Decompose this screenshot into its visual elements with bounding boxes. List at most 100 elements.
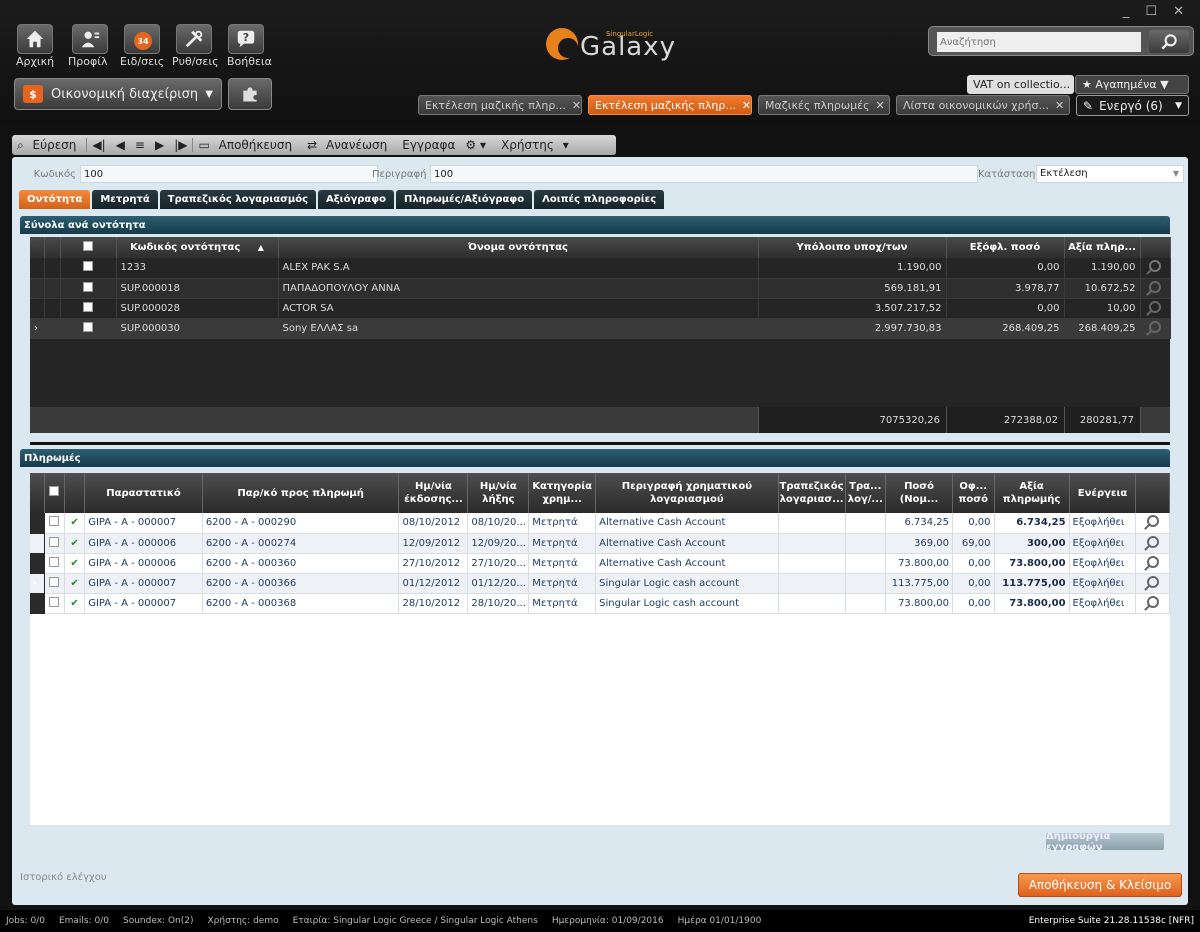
home-button[interactable] [17,24,53,54]
row-search-button[interactable] [1140,298,1171,319]
next-record-button[interactable]: ▶ [150,138,169,152]
ref-column-header[interactable]: Παρ/κό προς πληρωμή [202,473,400,513]
plugins-button[interactable] [228,78,272,110]
value-column-header[interactable]: Αξία πληρ... [1064,237,1141,258]
issue-date-column-header[interactable]: Ημ/νία έκδοσης... [398,473,469,513]
search-button[interactable] [1149,30,1189,53]
payment-action[interactable]: Εξοφλήθει [1069,533,1137,554]
close-icon[interactable]: ✕ [870,99,885,112]
select-all-checkbox[interactable] [44,473,65,513]
user-menu-button[interactable]: Χρήστης ▾ [491,138,574,152]
close-icon[interactable]: ✕ [566,99,581,112]
active-windows-menu[interactable]: ✎ Ενεργό (6) ▼ [1076,95,1189,116]
tab-payments-securities[interactable]: Πληρωμές/Αξιόγραφο [395,190,533,209]
table-row[interactable]: 1233 ALEX PAK S.A 1.190,00 0,00 1.190,00 [30,258,1171,279]
checkbox[interactable] [49,556,60,567]
table-row[interactable]: SUP.000018 ΠΑΠΑΔΟΠΟΥΛΟΥ ΑΝΝΑ 569.181,91 … [30,278,1171,299]
favorites-menu[interactable]: ★ Αγαπημένα ▼ [1075,75,1189,94]
row-search-button[interactable] [1135,553,1170,574]
payment-action[interactable]: Εξοφλήθει [1069,513,1137,534]
status-select[interactable]: Εκτέλεση ▼ [1036,165,1184,183]
save-and-close-button[interactable]: Αποθήκευση & Κλείσιμο [1018,873,1182,897]
settled-column-header[interactable]: Εξόφλ. ποσό [946,237,1065,258]
doc-tab-3[interactable]: Μαζικές πληρωμές ✕ [758,95,890,115]
doc-tab-1[interactable]: Εκτέλεση μαζικής πληρ... ✕ [418,95,582,115]
offset-column-header[interactable]: Οφ... ποσό [952,473,995,513]
tab-cash[interactable]: Μετρητά [92,190,158,209]
payment-action[interactable]: Εξοφλήθει [1069,573,1137,594]
first-record-button[interactable]: ◀| [87,138,110,152]
module-selector[interactable]: $ Οικονομική διαχείριση ▼ [14,78,222,110]
row-search-button[interactable] [1135,573,1170,594]
amount-column-header[interactable]: Ποσό (Νομ... [885,473,953,513]
doc-tab-label: Μαζικές πληρωμές [765,98,870,112]
tab-bank-account[interactable]: Τραπεζικός λογαριασμός [159,190,317,209]
checkbox[interactable] [49,596,60,607]
tab-securities[interactable]: Αξιόγραφο [318,190,394,209]
table-row[interactable]: ✔ GIPA - A - 000007 6200 - A - 000290 08… [30,513,1170,534]
last-record-button[interactable]: |▶ [169,138,192,152]
name-column-header[interactable]: Όνομα οντότητας [278,237,759,258]
audit-history-link[interactable]: Ιστορικό ελέγχου [20,872,107,883]
code-input[interactable] [80,165,378,183]
table-row[interactable]: ✔ GIPA - A - 000006 6200 - A - 000274 12… [30,533,1170,554]
row-search-button[interactable] [1135,513,1170,534]
account-column-header[interactable]: Περιγραφή χρηματικού λογαριασμού [595,473,779,513]
select-all-checkbox[interactable] [60,237,117,258]
close-icon[interactable]: ✕ [1049,99,1064,112]
action-column-header[interactable]: Ενέργεια [1069,473,1137,513]
list-button[interactable]: ≡ [130,138,150,152]
table-row[interactable]: ✔ GIPA - A - 000007 6200 - A - 000368 28… [30,593,1170,614]
find-button[interactable]: ⌕ Εύρεση [12,138,86,153]
checkbox[interactable] [49,536,60,547]
checkbox[interactable] [49,486,60,496]
close-icon[interactable]: ✕ [736,99,751,112]
due-date-column-header[interactable]: Ημ/νία λήξης [467,473,530,513]
prev-record-button[interactable]: ◀ [111,138,130,152]
checkbox[interactable] [83,301,93,312]
refresh-button[interactable]: ⇄ Ανανέωση [302,138,397,152]
window-controls[interactable]: _ ☐ ✕ [1123,4,1190,19]
create-entries-button[interactable]: Δημιουργία εγγραφών [1046,831,1164,853]
search-input[interactable] [937,32,1141,52]
payment-action[interactable]: Εξοφλήθει [1069,553,1137,574]
checkbox[interactable] [83,241,93,251]
table-row[interactable]: › SUP.000030 Sony ΕΛΛΑΣ sa 2.997.730,83 … [30,318,1171,339]
checkbox[interactable] [83,321,93,332]
category-column-header[interactable]: Κατηγορία χρημ... [528,473,597,513]
balance-column-header[interactable]: Υπόλοιπο υποχ/των [758,237,947,258]
tab-entity[interactable]: Οντότητα [19,190,91,209]
grid-splitter[interactable] [30,442,1170,445]
checkbox[interactable] [49,516,60,527]
help-button[interactable]: ? [228,24,264,54]
payment-offset: 69,00 [952,533,995,554]
settings-button[interactable] [176,24,212,54]
payment-action[interactable]: Εξοφλήθει [1069,593,1137,614]
row-search-button[interactable] [1140,278,1171,299]
profile-button[interactable] [72,24,108,54]
table-row[interactable]: ✔ GIPA - A - 000006 6200 - A - 000360 27… [30,553,1170,574]
documents-button[interactable]: Εγγραφα [397,138,460,152]
tab-other-info[interactable]: Λοιπές πληροφορίες [534,190,665,209]
doc-column-header[interactable]: Παραστατικό [84,473,203,513]
bank-account-column-header[interactable]: Τραπεζικός λογαριασ... [778,473,846,513]
row-search-button[interactable] [1135,593,1170,614]
gear-menu-button[interactable]: ⚙ ▾ [460,138,491,152]
vat-shortcut[interactable]: VAT on collectio... [967,75,1074,94]
row-search-button[interactable] [1135,533,1170,554]
row-search-button[interactable] [1140,258,1171,279]
doc-tab-2[interactable]: Εκτέλεση μαζικής πληρ... ✕ [588,95,752,115]
checkbox[interactable] [83,261,93,272]
table-row[interactable]: SUP.000028 ACTOR SA 3.507.217,52 0,00 10… [30,298,1171,319]
description-input[interactable] [430,165,978,183]
tra-column-header[interactable]: Τρα... λογ/... [845,473,887,513]
checkbox[interactable] [49,576,60,587]
table-row[interactable]: › ✔ GIPA - A - 000007 6200 - A - 000366 … [30,573,1170,594]
code-column-header[interactable]: Κωδικός οντότητας ▲ [116,237,279,258]
save-button[interactable]: ▭ Αποθήκευση [193,138,302,152]
doc-tab-4[interactable]: Λίστα οικονομικών χρήσ... ✕ [896,95,1070,115]
row-search-button[interactable] [1140,318,1171,339]
value-column-header[interactable]: Αξία πληρωμής [994,473,1070,513]
payment-doc: GIPA - A - 000007 [84,513,203,534]
checkbox[interactable] [83,281,93,292]
